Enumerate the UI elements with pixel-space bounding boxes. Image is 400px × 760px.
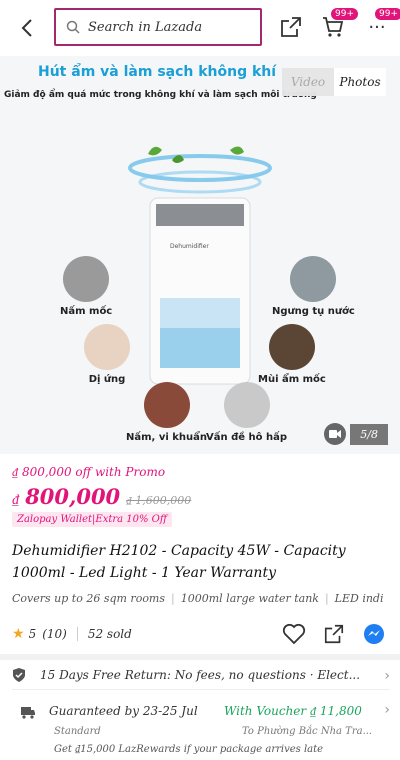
messenger-share-button[interactable] (360, 620, 388, 648)
feature-musty-smell: Mùi ẩm mốc (258, 324, 326, 385)
return-policy-text: 15 Days Free Return: No fees, no questio… (40, 667, 360, 682)
chevron-right-icon: › (384, 702, 390, 718)
share-icon (281, 17, 301, 37)
back-button[interactable] (14, 14, 40, 42)
spec-item: Covers up to 26 sqm rooms (12, 592, 166, 605)
truck-icon (21, 707, 35, 719)
feature-condensation: Ngưng tụ nước (272, 256, 355, 317)
tab-photos[interactable]: Photos (334, 68, 386, 96)
more-badge: 99+ (375, 8, 400, 20)
banner-title: Hút ẩm và làm sạch không khí (38, 64, 277, 80)
feature-bacteria-image (143, 382, 190, 428)
feature-bacteria-label: Nấm, vi khuẩn (126, 432, 208, 443)
feature-mold-label: Nấm mốc (60, 306, 113, 317)
price-row: ₫ 800,000 ₫ 1,600,000 (12, 484, 191, 509)
image-counter-text: 5/8 (350, 423, 388, 445)
rating-value: 5 (28, 627, 37, 641)
feature-respiratory-label: Vấn đề hô hấp (206, 432, 288, 443)
sold-count: 52 sold (87, 627, 132, 641)
wishlist-button[interactable] (280, 620, 308, 648)
spec-item: 1000ml large water tank (180, 592, 319, 605)
spec-chips: Covers up to 26 sqm rooms | 1000ml large… (12, 592, 400, 612)
search-icon (66, 20, 80, 34)
rating-divider (76, 627, 78, 641)
heart-icon (282, 623, 306, 645)
feature-bacteria: Nấm, vi khuẩn (126, 382, 207, 443)
feature-allergy: Dị ứng (84, 324, 130, 385)
search-input[interactable]: Search in Lazada (54, 8, 262, 46)
feature-allergy-label: Dị ứng (88, 374, 126, 385)
product-image-gallery[interactable]: Hút ẩm và làm sạch không khí Giảm độ ẩm … (0, 56, 400, 454)
star-icon: ★ (12, 626, 25, 642)
share-icon (324, 624, 344, 644)
feature-allergy-image (84, 324, 130, 370)
late-reward-text: Get ₫15,000 LazRewards if your package a… (54, 744, 324, 755)
media-tabs: Video Photos (282, 68, 386, 96)
top-bar: Search in Lazada 99+ ··· 99+ (0, 0, 400, 56)
feature-condensation-label: Ngưng tụ nước (272, 306, 355, 317)
feature-mold: Nấm mốc (60, 256, 112, 317)
spec-item: LED indi (334, 592, 384, 605)
share-button[interactable] (276, 12, 306, 42)
video-camera-icon[interactable] (324, 423, 347, 445)
banner-subtitle: Giảm độ ẩm quá mức trong không khí và là… (4, 90, 317, 100)
spec-divider: | (324, 592, 329, 605)
messenger-icon (364, 624, 384, 644)
wallet-promo-tag[interactable]: Zalopay Wallet|Extra 10% Off (12, 512, 172, 527)
return-policy-row[interactable]: 15 Days Free Return: No fees, no questio… (12, 660, 390, 690)
cart-button[interactable]: 99+ (318, 8, 358, 42)
feature-respiratory: Vấn đề hô hấp (206, 382, 287, 443)
delivery-guarantee: Guaranteed by 23-25 Jul (49, 704, 198, 718)
delivery-method: Standard (54, 726, 101, 737)
spec-divider: | (171, 592, 175, 605)
tab-video[interactable]: Video (282, 68, 334, 96)
promo-text: ₫ 800,000 off with Promo (12, 465, 166, 479)
feature-condensation-image (290, 256, 337, 302)
product-title: Dehumidifier H2102 - Capacity 45W - Capa… (12, 543, 346, 581)
chevron-left-icon (21, 19, 32, 37)
search-placeholder: Search in Lazada (88, 19, 203, 35)
feature-mold-image (63, 256, 110, 302)
review-count: (10) (42, 627, 67, 641)
shield-check-icon (13, 667, 25, 682)
image-counter: 5/8 (324, 422, 388, 446)
currency-symbol: ₫ (12, 492, 20, 508)
more-button[interactable]: ··· 99+ (362, 8, 400, 42)
delivery-voucher: With Voucher ₫ 11,800 (224, 704, 362, 718)
share-product-button[interactable] (320, 620, 348, 648)
feature-musty-smell-image (268, 324, 315, 370)
svg-text:Dehumidifier: Dehumidifier (170, 243, 209, 250)
delivery-address: To Phường Bắc Nha Tra... (242, 726, 373, 737)
current-price: 800,000 (25, 484, 121, 509)
feature-respiratory-image (223, 382, 270, 428)
chevron-right-icon: › (384, 668, 390, 684)
delivery-row[interactable]: Guaranteed by 23-25 Jul With Voucher ₫ 1… (12, 698, 390, 760)
cart-badge: 99+ (331, 8, 358, 20)
original-price: ₫ 1,600,000 (126, 494, 192, 507)
